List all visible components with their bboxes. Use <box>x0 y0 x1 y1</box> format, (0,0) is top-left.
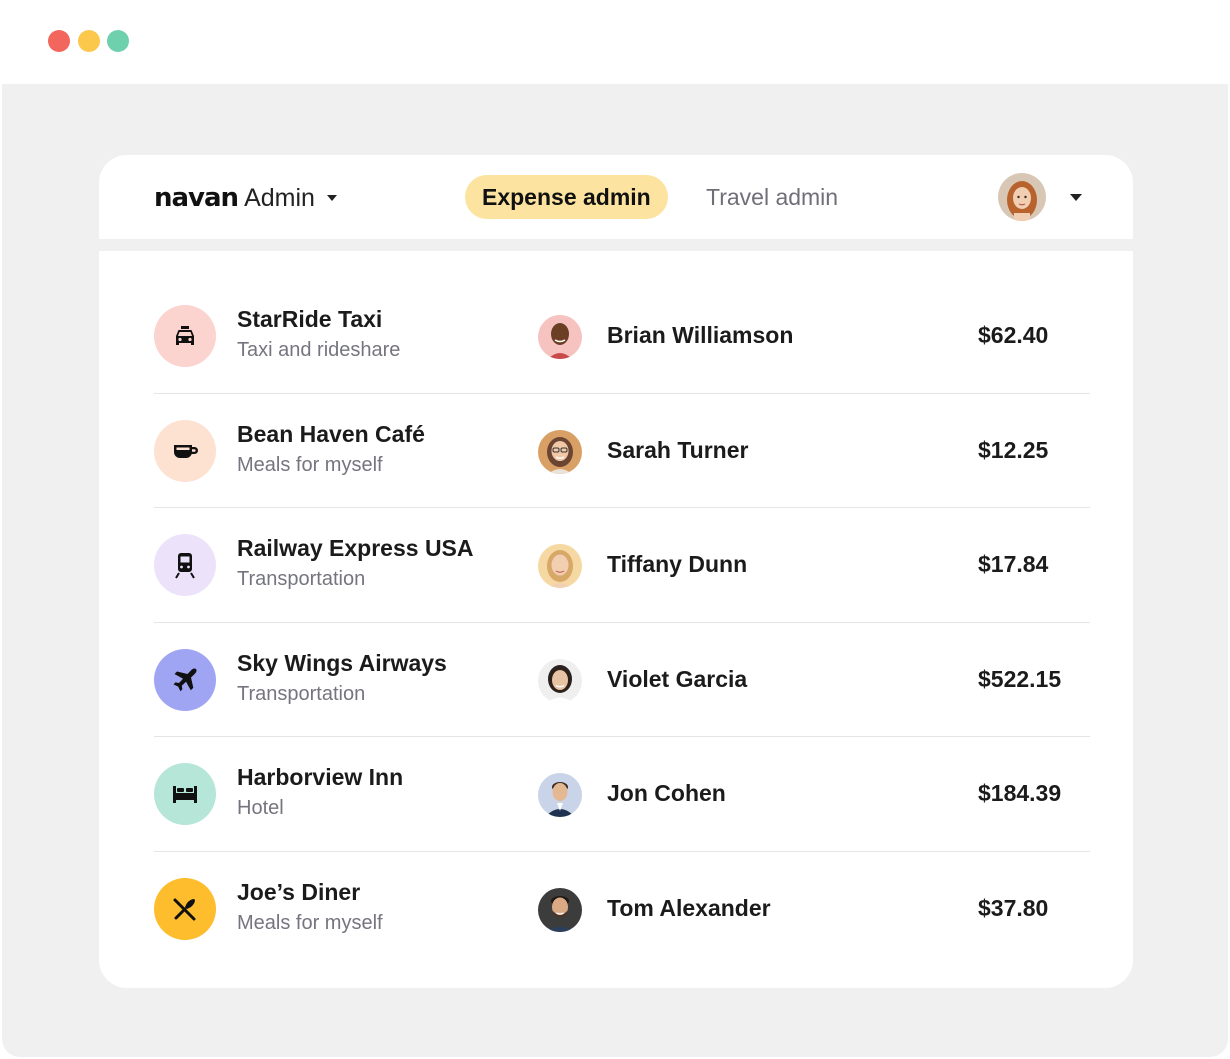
brand-logo: navan <box>154 183 239 213</box>
expense-category: Taxi and rideshare <box>237 339 401 361</box>
merchant-name: Sky Wings Airways <box>237 649 447 676</box>
header-divider <box>99 239 1133 251</box>
expense-amount: $62.40 <box>978 322 1049 348</box>
taxi-icon <box>154 305 216 367</box>
coffee-cup-icon <box>154 419 216 482</box>
expense-row[interactable]: Joe’s Diner Meals for myself Tom Alexand… <box>154 852 1090 967</box>
expense-list: StarRide Taxi Taxi and rideshare Brian W… <box>154 279 1090 966</box>
avatar <box>538 429 582 474</box>
fork-knife-icon <box>154 877 216 940</box>
avatar <box>538 315 582 359</box>
employee-name: Tiffany Dunn <box>607 551 748 577</box>
merchant-name: Bean Haven Café <box>237 420 425 447</box>
expense-amount: $17.84 <box>978 551 1049 577</box>
airplane-icon <box>154 648 216 711</box>
expense-amount: $12.25 <box>978 436 1049 463</box>
expense-amount: $37.80 <box>978 894 1049 921</box>
expense-row[interactable]: Railway Express USA Transportation Tiffa… <box>154 508 1090 623</box>
expense-category: Transportation <box>237 682 366 705</box>
merchant-name: StarRide Taxi <box>237 306 383 332</box>
bed-icon <box>154 763 216 825</box>
expense-category: Hotel <box>237 797 284 819</box>
train-icon <box>154 534 216 596</box>
employee-name: Violet Garcia <box>607 665 748 692</box>
admin-panel: navan Admin Expense admin Travel admin S… <box>99 155 1133 988</box>
employee-name: Brian Williamson <box>607 322 794 348</box>
expense-row[interactable]: StarRide Taxi Taxi and rideshare Brian W… <box>154 279 1090 394</box>
expense-row[interactable]: Sky Wings Airways Transportation Violet … <box>154 623 1090 737</box>
expense-row[interactable]: Harborview Inn Hotel Jon Cohen $184.39 <box>154 737 1090 852</box>
merchant-name: Harborview Inn <box>237 764 404 790</box>
employee-name: Jon Cohen <box>607 780 726 806</box>
brand-suffix: Admin <box>244 183 315 212</box>
window-minimize-button[interactable] <box>78 30 100 52</box>
user-menu-caret-icon[interactable] <box>1070 194 1082 201</box>
avatar <box>538 887 582 932</box>
user-avatar[interactable] <box>998 173 1046 221</box>
user-avatar-image <box>998 173 1046 221</box>
top-navigation: navan Admin Expense admin Travel admin <box>99 155 1133 241</box>
avatar <box>538 773 582 817</box>
expense-category: Transportation <box>237 568 366 590</box>
expense-amount: $184.39 <box>978 780 1062 806</box>
merchant-name: Joe’s Diner <box>237 878 361 905</box>
expense-category: Meals for myself <box>237 453 383 476</box>
window-titlebar <box>0 0 1230 84</box>
employee-name: Tom Alexander <box>607 894 771 921</box>
window-close-button[interactable] <box>48 30 70 52</box>
expense-row[interactable]: Bean Haven Café Meals for myself Sarah T… <box>154 394 1090 508</box>
tab-expense-admin[interactable]: Expense admin <box>465 175 668 219</box>
merchant-name: Railway Express USA <box>237 535 474 561</box>
caret-down-icon <box>326 195 337 201</box>
avatar <box>538 658 582 703</box>
avatar <box>538 544 582 588</box>
expense-category: Meals for myself <box>237 911 383 934</box>
employee-name: Sarah Turner <box>607 436 749 463</box>
window-maximize-button[interactable] <box>107 30 129 52</box>
tab-travel-admin[interactable]: Travel admin <box>689 175 855 219</box>
brand-menu[interactable]: navan Admin <box>154 181 337 215</box>
expense-amount: $522.15 <box>978 665 1062 692</box>
